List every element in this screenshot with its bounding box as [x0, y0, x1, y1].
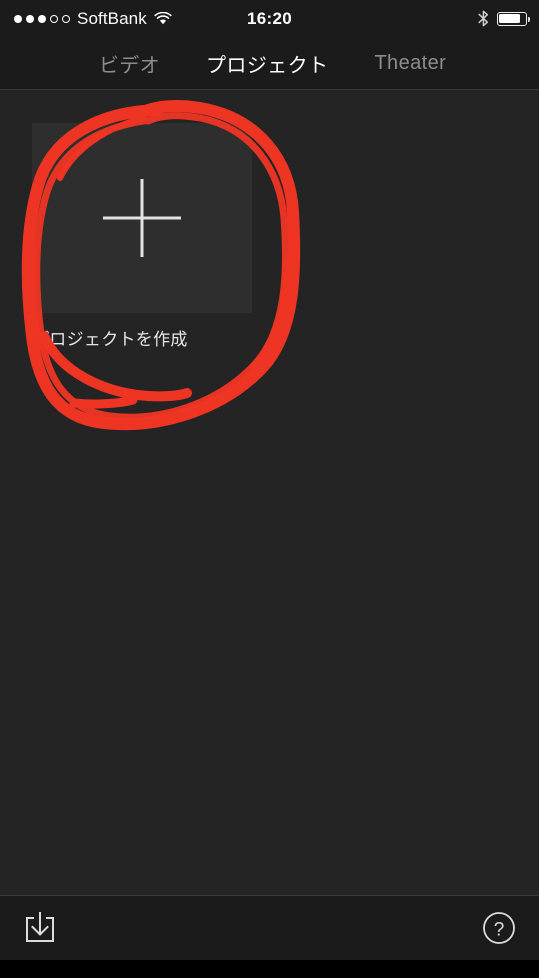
signal-dot: [14, 14, 22, 23]
create-project-label: プロジェクトを作成: [32, 330, 188, 349]
signal-strength-icon: [14, 14, 70, 23]
svg-text:?: ?: [494, 920, 505, 941]
status-bar-left: SoftBank: [14, 0, 172, 37]
signal-dot: [50, 14, 58, 23]
signal-dot: [38, 14, 46, 23]
app-screen: SoftBank 16:20 ビデオ プロジェクト Theater プロジェクト…: [0, 0, 539, 960]
help-question-icon: ?: [483, 912, 515, 944]
signal-dot: [62, 14, 70, 23]
status-bar: SoftBank 16:20: [0, 0, 539, 37]
create-project-thumbnail[interactable]: [32, 123, 252, 313]
plus-icon-vertical: [140, 179, 144, 257]
signal-dot: [26, 14, 34, 23]
content-area: プロジェクトを作成: [0, 90, 539, 895]
wifi-icon: [154, 11, 172, 26]
bottom-toolbar: ?: [0, 895, 539, 960]
tab-theater[interactable]: Theater: [374, 52, 446, 75]
carrier-label: SoftBank: [77, 8, 147, 28]
tab-bar: ビデオ プロジェクト Theater: [0, 37, 539, 90]
clock-label: 16:20: [247, 8, 292, 28]
status-bar-right: [478, 0, 530, 37]
bluetooth-icon: [478, 10, 489, 27]
help-button[interactable]: ?: [479, 908, 519, 948]
create-project-card[interactable]: プロジェクトを作成: [32, 123, 252, 350]
battery-icon: [497, 11, 530, 26]
tab-list: ビデオ プロジェクト Theater: [0, 37, 539, 89]
import-media-button[interactable]: [20, 908, 60, 948]
tab-projects[interactable]: プロジェクト: [206, 49, 328, 78]
tab-video[interactable]: ビデオ: [99, 49, 160, 78]
import-download-icon: [26, 912, 54, 942]
